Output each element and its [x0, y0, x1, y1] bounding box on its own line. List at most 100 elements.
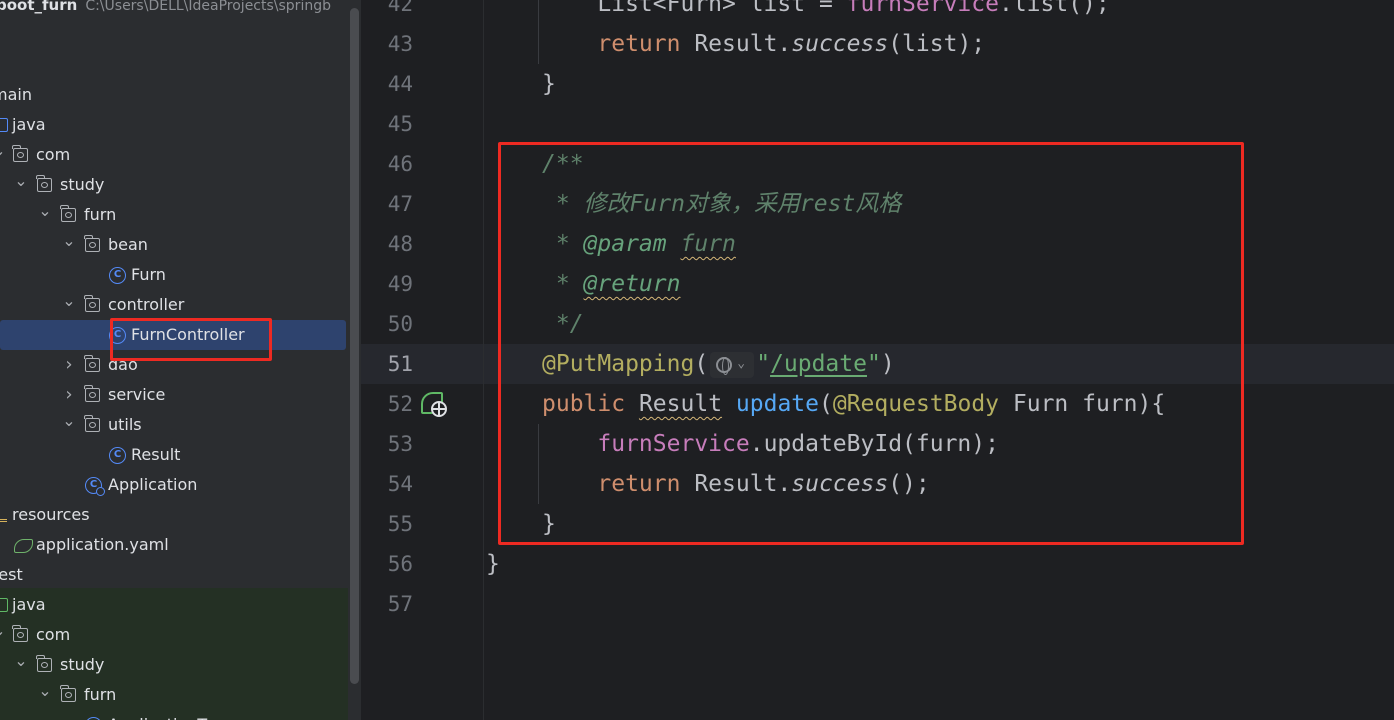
- code-token: .list();: [998, 0, 1110, 17]
- globe-icon: [431, 401, 447, 417]
- chevron-down-icon[interactable]: ⌄: [62, 410, 76, 432]
- tree-item-application[interactable]: C Application: [0, 470, 348, 500]
- chevron-right-icon[interactable]: ›: [62, 380, 76, 410]
- package-folder-icon: [84, 235, 100, 252]
- tree-item-label: furn: [84, 685, 117, 704]
- resources-root-icon: [0, 512, 7, 522]
- tree-item-label: test: [0, 565, 23, 584]
- tree-item-label: controller: [108, 295, 185, 314]
- annotation-box-update-method: [498, 142, 1244, 545]
- chevron-right-icon[interactable]: ›: [62, 350, 76, 380]
- chevron-down-icon[interactable]: ⌄: [38, 680, 52, 702]
- package-folder-icon: [84, 355, 100, 372]
- tree-item-label: service: [108, 385, 166, 404]
- tree-item-result[interactable]: C Result: [0, 440, 348, 470]
- project-header[interactable]: boot_furn C:\Users\DELL\IdeaProjects\spri…: [0, 0, 331, 18]
- tree-item-furn[interactable]: ⌄ furn: [0, 200, 348, 230]
- tree-item-label: Furn: [131, 265, 166, 284]
- line-number: 44: [387, 72, 413, 96]
- code-line-44[interactable]: }: [542, 64, 556, 104]
- tree-scrollbar-thumb[interactable]: [350, 8, 359, 684]
- tree-item-applicationt[interactable]: CApplicationT: [0, 710, 348, 720]
- package-folder-icon: [36, 655, 52, 672]
- code-token: furnService: [846, 0, 999, 17]
- tree-item-label: utils: [108, 415, 142, 434]
- project-path: C:\Users\DELL\IdeaProjects\springb: [85, 0, 331, 14]
- yaml-file-icon: [14, 539, 33, 553]
- indent-guide: [538, 0, 539, 64]
- tree-item-java[interactable]: java: [0, 590, 348, 620]
- tree-item-label: Result: [131, 445, 181, 464]
- gutter-separator: [483, 0, 484, 720]
- tree-item-furn[interactable]: C Furn: [0, 260, 348, 290]
- chevron-down-icon[interactable]: ⌄: [38, 200, 52, 222]
- line-number: 42: [387, 0, 413, 16]
- chevron-down-icon[interactable]: ⌄: [62, 290, 76, 312]
- package-folder-icon: [84, 295, 100, 312]
- line-number: 57: [387, 592, 413, 616]
- chevron-down-icon[interactable]: ⌄: [62, 230, 76, 252]
- line-number: 54: [387, 472, 413, 496]
- tree-item-furn[interactable]: ⌄ furn: [0, 680, 348, 710]
- line-number: 49: [387, 272, 413, 296]
- tree-item-com[interactable]: ⌄ com: [0, 140, 348, 170]
- code-token: Result.: [680, 31, 792, 57]
- tree-item-test[interactable]: test: [0, 560, 348, 590]
- tree-item-service[interactable]: › service: [0, 380, 348, 410]
- tree-item-label: Application: [108, 475, 198, 494]
- line-number: 50: [387, 312, 413, 336]
- tree-item-study[interactable]: ⌄ study: [0, 650, 348, 680]
- chevron-down-icon[interactable]: ⌄: [14, 650, 28, 672]
- code-token: (list);: [888, 31, 986, 57]
- package-folder-icon: [12, 145, 28, 162]
- tree-item-controller[interactable]: ⌄ controller: [0, 290, 348, 320]
- tree-item-label: bean: [108, 235, 148, 254]
- tree-item-label: java: [12, 115, 46, 134]
- code-token: return: [597, 31, 681, 57]
- tree-item-label: study: [60, 655, 105, 674]
- chevron-down-icon[interactable]: ⌄: [0, 140, 6, 162]
- line-number: 53: [387, 432, 413, 456]
- spring-web-endpoint-icon[interactable]: [421, 392, 447, 418]
- tree-item-label: com: [36, 145, 71, 164]
- package-folder-icon: [60, 205, 76, 222]
- tree-item-label: com: [36, 625, 71, 644]
- annotation-box-furncontroller: [110, 318, 272, 361]
- tree-item-study[interactable]: ⌄ study: [0, 170, 348, 200]
- line-number: 56: [387, 552, 413, 576]
- chevron-down-icon[interactable]: ⌄: [0, 620, 6, 642]
- spring-boot-app-icon: C: [85, 477, 105, 496]
- line-number: 45: [387, 112, 413, 136]
- tree-item-main[interactable]: main: [0, 80, 348, 110]
- java-class-icon: C: [109, 447, 126, 464]
- code-line-42[interactable]: List<Furn> list = furnService.list();: [542, 0, 1110, 24]
- package-folder-icon: [36, 175, 52, 192]
- tree-item-label: furn: [84, 205, 117, 224]
- package-folder-icon: [84, 415, 100, 432]
- tree-item-application-yaml[interactable]: application.yaml: [0, 530, 348, 560]
- code-line-43[interactable]: return Result.success(list);: [542, 24, 985, 64]
- code-line-56[interactable]: }: [486, 544, 500, 584]
- tree-item-resources[interactable]: resources: [0, 500, 348, 530]
- package-folder-icon: [84, 385, 100, 402]
- tree-item-label: java: [12, 595, 46, 614]
- tree-item-java[interactable]: java: [0, 110, 348, 140]
- project-name: boot_furn: [0, 0, 78, 14]
- line-number: 43: [387, 32, 413, 56]
- line-number: 48: [387, 232, 413, 256]
- line-number: 47: [387, 192, 413, 216]
- line-number: 55: [387, 512, 413, 536]
- chevron-down-icon[interactable]: ⌄: [14, 170, 28, 192]
- tree-item-label: application.yaml: [36, 535, 169, 554]
- tree-item-utils[interactable]: ⌄ utils: [0, 410, 348, 440]
- tree-item-com[interactable]: ⌄ com: [0, 620, 348, 650]
- package-folder-icon: [60, 685, 76, 702]
- test-root-icon: [0, 598, 8, 612]
- tree-scrollbar[interactable]: [348, 0, 361, 720]
- tree-item-bean[interactable]: ⌄ bean: [0, 230, 348, 260]
- source-root-icon: [0, 118, 8, 132]
- tree-item-label: study: [60, 175, 105, 194]
- tree-item-label: resources: [12, 505, 90, 524]
- tree-item-label: main: [0, 85, 32, 104]
